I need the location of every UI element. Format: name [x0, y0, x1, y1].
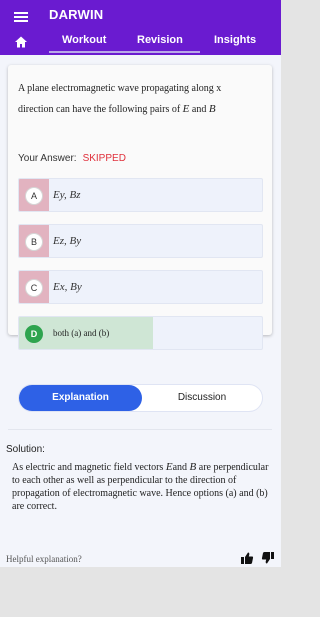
explanation-discussion-toggle: Explanation Discussion: [18, 384, 263, 412]
tab-workout[interactable]: Workout: [62, 34, 106, 46]
tab-revision[interactable]: Revision: [137, 34, 183, 46]
option-c-letter: C: [25, 279, 43, 297]
option-d[interactable]: D both (a) and (b): [18, 316, 263, 350]
tab-explanation[interactable]: Explanation: [19, 385, 142, 411]
question-text: A plane electromagnetic wave propagating…: [18, 79, 264, 120]
option-b-letter: B: [25, 233, 43, 251]
tab-insights[interactable]: Insights: [214, 34, 256, 46]
main-content: A plane electromagnetic wave propagating…: [0, 55, 281, 567]
thumbs-down-icon[interactable]: [261, 551, 275, 565]
question-line-2: direction can have the following pairs o…: [18, 103, 216, 115]
option-a-letter: A: [25, 187, 43, 205]
option-a-text: Ey, Bz: [53, 189, 81, 201]
solution-label: Solution:: [6, 444, 45, 455]
option-a[interactable]: A Ey, Bz: [18, 178, 263, 212]
answer-row: Your Answer: SKIPPED: [18, 153, 126, 164]
home-icon[interactable]: [14, 35, 28, 49]
app-bar: DARWIN Workout Revision Insights: [0, 0, 281, 55]
answer-label: Your Answer:: [18, 153, 77, 164]
app-title: DARWIN: [49, 7, 104, 22]
divider: [8, 429, 272, 430]
tab-discussion[interactable]: Discussion: [142, 385, 262, 411]
option-b[interactable]: B Ez, By: [18, 224, 263, 258]
question-line-1: A plane electromagnetic wave propagating…: [18, 83, 222, 94]
tab-underline: [49, 51, 200, 53]
answer-status-badge: SKIPPED: [82, 153, 126, 164]
option-b-text: Ez, By: [53, 235, 82, 247]
menu-icon[interactable]: [14, 12, 28, 22]
question-card: A plane electromagnetic wave propagating…: [8, 65, 272, 350]
helpful-prompt: Helpful explanation?: [6, 554, 82, 564]
thumbs-up-icon[interactable]: [240, 551, 254, 565]
option-d-text: both (a) and (b): [53, 328, 110, 338]
option-c-text: Ex, By: [53, 281, 82, 293]
solution-text: As electric and magnetic field vectors E…: [12, 461, 269, 512]
option-c[interactable]: C Ex, By: [18, 270, 263, 304]
option-d-letter: D: [25, 325, 43, 343]
